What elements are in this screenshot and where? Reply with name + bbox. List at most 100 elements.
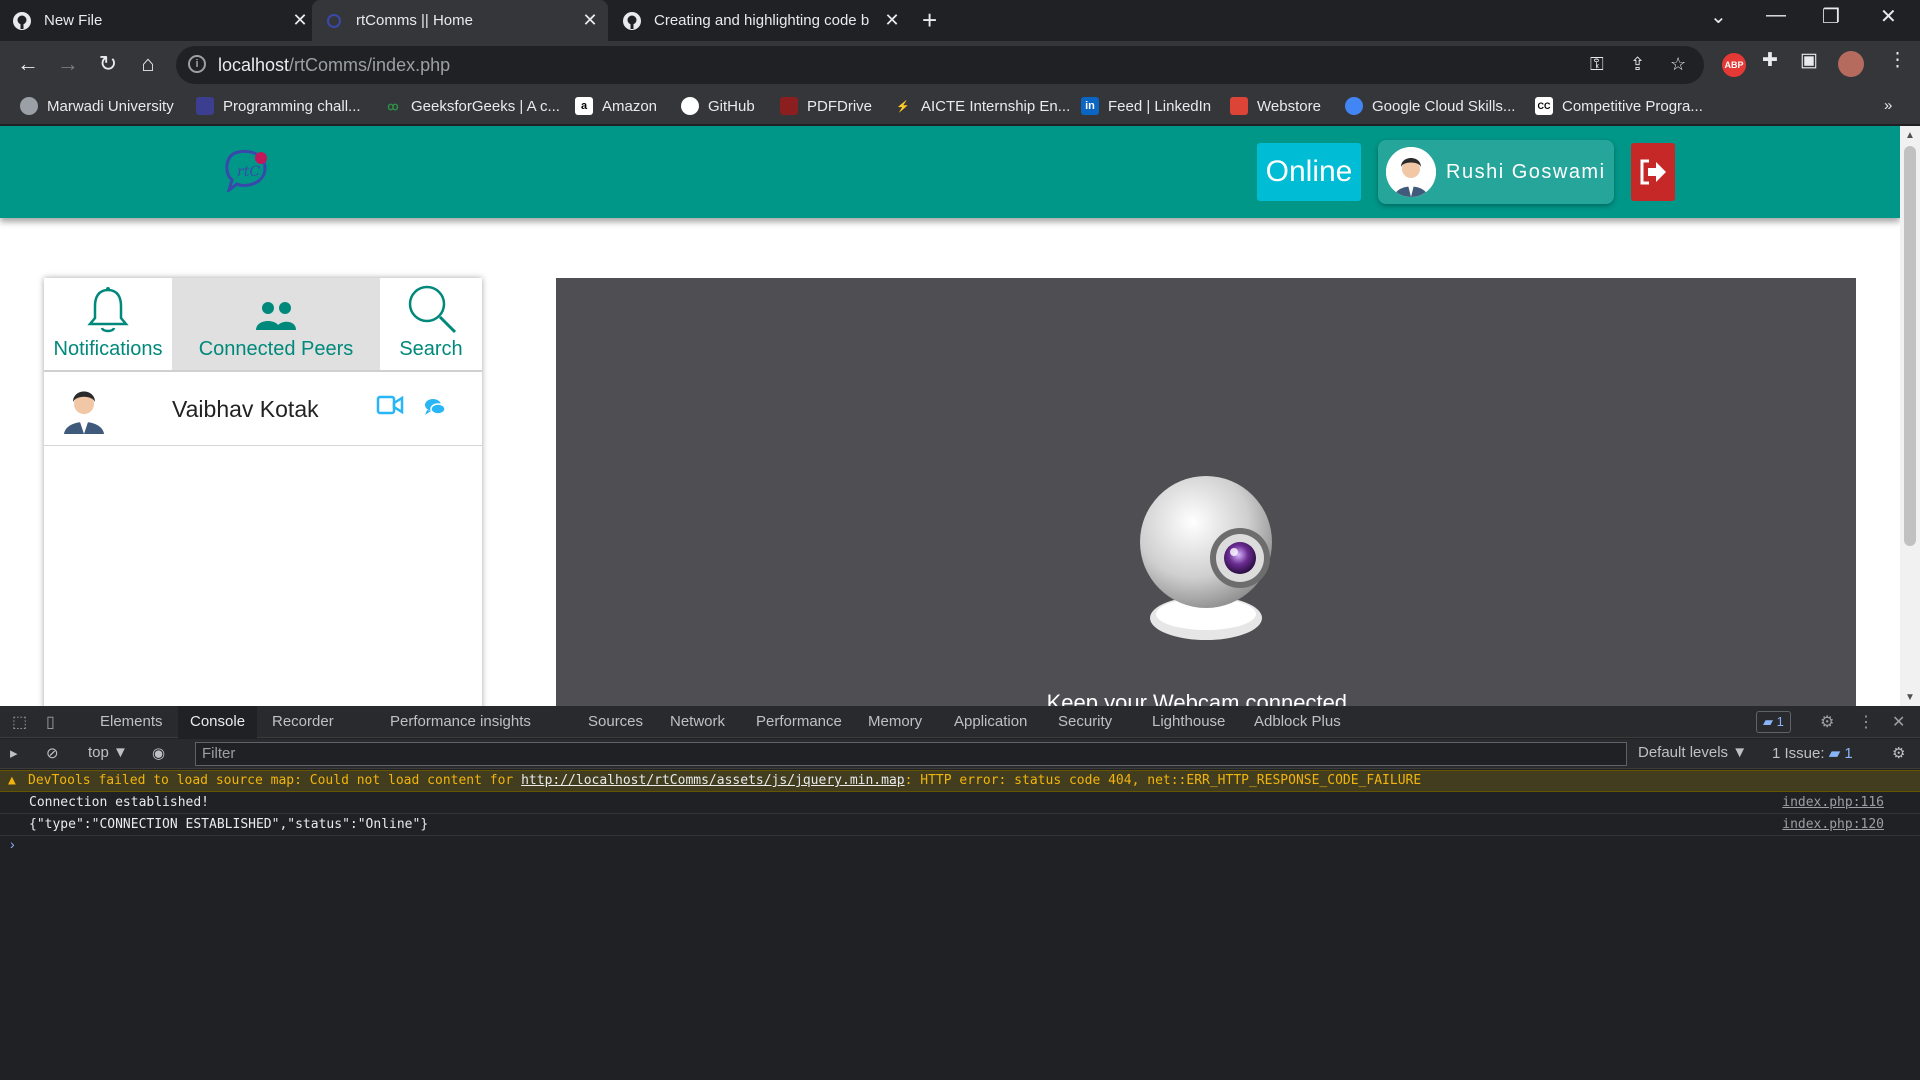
console-warning-message: ▲ DevTools failed to load source map: Co… <box>0 770 1920 792</box>
rtcomms-logo[interactable]: rtC <box>225 148 271 194</box>
tab-connected-peers[interactable]: Connected Peers <box>172 278 380 372</box>
context-selector[interactable]: top ▼ <box>88 744 128 761</box>
chat-icon[interactable] <box>424 398 446 421</box>
device-toolbar-icon[interactable]: ▯ <box>46 712 55 732</box>
log-levels-dropdown[interactable]: Default levels ▼ <box>1638 744 1747 761</box>
close-tab-icon[interactable]: ✕ <box>882 10 902 31</box>
online-status-button[interactable]: Online <box>1257 143 1361 201</box>
console-log-line: {"type":"CONNECTION ESTABLISHED","status… <box>0 814 1920 836</box>
bookmark-amazon[interactable]: a Amazon <box>575 97 657 115</box>
devtools-tab-elements[interactable]: Elements <box>88 706 175 738</box>
browser-toolbar: ← → ↻ ⌂ i localhost/rtComms/index.php ⚿ … <box>0 41 1920 89</box>
source-map-link[interactable]: http://localhost/rtComms/assets/js/jquer… <box>521 773 905 788</box>
warning-icon: ▲ <box>8 773 16 788</box>
close-tab-icon[interactable]: ✕ <box>290 10 310 31</box>
close-window-icon[interactable]: ✕ <box>1880 4 1897 29</box>
devtools-tab-lighthouse[interactable]: Lighthouse <box>1140 706 1237 738</box>
tab-search-icon[interactable]: ⌄ <box>1710 4 1727 29</box>
user-profile-button[interactable]: Rushi Goswami <box>1378 140 1614 204</box>
app-header: rtC Online Rushi Goswami <box>0 126 1900 218</box>
profile-avatar-icon[interactable] <box>1838 51 1864 77</box>
issues-count-button[interactable]: 1 Issue: ▰ 1 <box>1772 744 1853 762</box>
tab-title: Creating and highlighting code b <box>654 12 870 29</box>
devtools-tab-security[interactable]: Security <box>1046 706 1124 738</box>
side-panel-icon[interactable]: ▣ <box>1800 49 1818 72</box>
live-expression-eye-icon[interactable]: ◉ <box>152 744 165 762</box>
page-scrollbar[interactable]: ▲ ▼ <box>1900 126 1920 706</box>
tab-title: rtComms || Home <box>356 12 473 29</box>
home-icon[interactable]: ⌂ <box>134 51 162 77</box>
address-bar[interactable]: i localhost/rtComms/index.php ⚿ ⇪ ☆ <box>176 46 1704 84</box>
devtools-tab-performance-insights[interactable]: Performance insights <box>378 706 543 738</box>
menu-kebab-icon[interactable]: ⋮ <box>1888 49 1907 72</box>
bookmarks-bar: Marwadi University Programming chall... … <box>0 89 1920 125</box>
devtools-tab-sources[interactable]: Sources <box>576 706 655 738</box>
bookmark-geeksforgeeks[interactable]: ꝏ GeeksforGeeks | A c... <box>384 97 560 115</box>
page-viewport: rtC Online Rushi Goswami Notifications C… <box>0 126 1920 706</box>
bookmarks-overflow-icon[interactable]: » <box>1884 97 1892 114</box>
sidebar-toggle-icon[interactable]: ▸ <box>10 744 18 762</box>
new-tab-button[interactable]: + <box>922 5 937 36</box>
tab-notifications[interactable]: Notifications <box>44 278 172 372</box>
log-source-link[interactable]: index.php:120 <box>1782 814 1884 835</box>
browser-tab-github-article[interactable]: Creating and highlighting code b ✕ <box>622 0 902 41</box>
bookmark-marwadi[interactable]: Marwadi University <box>20 97 174 115</box>
restore-icon[interactable]: ❐ <box>1822 4 1840 29</box>
close-devtools-icon[interactable]: ✕ <box>1892 712 1905 732</box>
tab-connected-peers-label: Connected Peers <box>198 338 354 360</box>
devtools-tab-network[interactable]: Network <box>658 706 737 738</box>
browser-tab-bar: New File ✕ rtComms || Home ✕ Creating an… <box>0 0 1920 41</box>
bell-icon <box>44 278 172 334</box>
webcam-message: Keep your Webcam connected... <box>1046 690 1366 706</box>
bookmark-webstore[interactable]: Webstore <box>1230 97 1321 115</box>
extensions-puzzle-icon[interactable]: ✚ <box>1762 49 1778 72</box>
logout-button[interactable] <box>1631 143 1675 201</box>
back-icon[interactable]: ← <box>14 51 42 77</box>
adblock-plus-icon[interactable]: ABP <box>1722 53 1746 77</box>
console-filter-bar: ▸ ⊘ top ▼ ◉ Filter Default levels ▼ 1 Is… <box>0 739 1920 769</box>
key-icon[interactable]: ⚿ <box>1590 54 1604 75</box>
rtcomms-icon <box>324 11 344 31</box>
close-tab-icon[interactable]: ✕ <box>580 10 600 31</box>
devtools-tab-performance[interactable]: Performance <box>744 706 854 738</box>
bookmark-star-icon[interactable]: ☆ <box>1670 54 1686 75</box>
devtools-tab-application[interactable]: Application <box>942 706 1039 738</box>
bookmark-github[interactable]: GitHub <box>681 97 755 115</box>
user-avatar <box>1386 147 1436 197</box>
video-call-icon[interactable] <box>376 394 404 421</box>
devtools-menu-icon[interactable]: ⋮ <box>1858 712 1874 732</box>
peer-list-item[interactable]: Vaibhav Kotak <box>44 372 482 446</box>
site-info-icon[interactable]: i <box>188 55 206 73</box>
bookmark-programming[interactable]: Programming chall... <box>196 97 361 115</box>
bookmark-google-cloud[interactable]: Google Cloud Skills... <box>1345 97 1515 115</box>
search-icon <box>380 278 482 334</box>
url-text[interactable]: localhost/rtComms/index.php <box>218 55 450 76</box>
share-icon[interactable]: ⇪ <box>1630 54 1645 75</box>
scroll-up-icon[interactable]: ▲ <box>1905 130 1915 141</box>
bookmark-pdfdrive[interactable]: PDFDrive <box>780 97 872 115</box>
devtools-tab-memory[interactable]: Memory <box>856 706 934 738</box>
browser-tab-new-file[interactable]: New File ✕ <box>12 0 310 41</box>
log-source-link[interactable]: index.php:116 <box>1782 792 1884 813</box>
forward-icon[interactable]: → <box>54 51 82 77</box>
console-filter-input[interactable]: Filter <box>195 742 1627 766</box>
inspect-element-icon[interactable]: ⬚ <box>12 712 27 732</box>
issues-badge[interactable]: ▰ 1 <box>1756 711 1791 733</box>
settings-gear-icon[interactable]: ⚙ <box>1820 712 1834 732</box>
devtools-tab-recorder[interactable]: Recorder <box>260 706 346 738</box>
scrollbar-thumb[interactable] <box>1904 146 1916 546</box>
reload-icon[interactable]: ↻ <box>94 51 122 77</box>
minimize-icon[interactable]: — <box>1766 4 1786 27</box>
scroll-down-icon[interactable]: ▼ <box>1905 692 1915 703</box>
bookmark-competitive[interactable]: CC Competitive Progra... <box>1535 97 1703 115</box>
bookmark-aicte[interactable]: ⚡ AICTE Internship En... <box>894 97 1070 115</box>
console-settings-icon[interactable]: ⚙ <box>1892 744 1905 762</box>
bookmark-linkedin[interactable]: in Feed | LinkedIn <box>1081 97 1211 115</box>
browser-tab-rtcomms[interactable]: rtComms || Home ✕ <box>312 0 608 41</box>
tab-search[interactable]: Search <box>380 278 482 372</box>
console-prompt[interactable]: › <box>10 836 15 852</box>
clear-console-icon[interactable]: ⊘ <box>46 744 59 762</box>
devtools-tab-adblock-plus[interactable]: Adblock Plus <box>1242 706 1353 738</box>
webstore-icon <box>1230 97 1248 115</box>
devtools-tab-console[interactable]: Console <box>178 706 258 738</box>
